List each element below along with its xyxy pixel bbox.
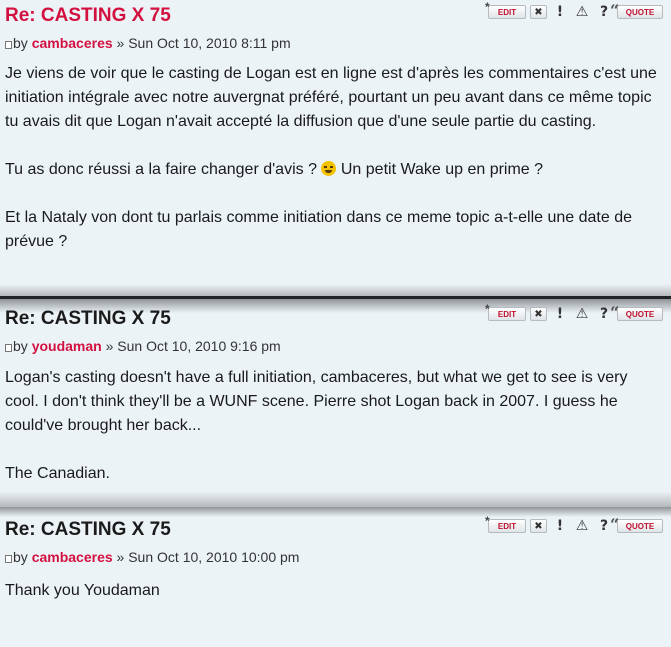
post-title[interactable]: Re: CASTING X 75: [5, 519, 171, 541]
post-date: Sun Oct 10, 2010 8:11 pm: [128, 35, 291, 51]
post-meta: by cambaceres » Sun Oct 10, 2010 8:11 pm: [5, 35, 291, 51]
post-paragraph: Thank you Youdaman: [5, 582, 160, 599]
post-meta: by youdaman » Sun Oct 10, 2010 9:16 pm: [5, 338, 281, 354]
delete-icon[interactable]: ✖: [530, 307, 547, 321]
divider: [0, 284, 671, 296]
quote-icon: “: [610, 515, 620, 534]
post-body: Logan's casting doesn't have a full init…: [5, 366, 665, 486]
post-date: Sun Oct 10, 2010 10:00 pm: [128, 549, 300, 565]
quote-icon: “: [610, 303, 620, 322]
post-icon[interactable]: [5, 41, 12, 49]
post-paragraph: Logan's casting doesn't have a full init…: [5, 369, 628, 434]
devil-smiley-icon: [321, 161, 337, 176]
edit-button[interactable]: EDIT: [485, 514, 526, 533]
warning-icon[interactable]: ⚠: [573, 306, 591, 322]
delete-icon[interactable]: ✖: [530, 519, 547, 533]
report-icon[interactable]: !: [551, 306, 569, 322]
post-tools: EDIT ✖ ! ⚠ ? “QUOTE: [485, 0, 663, 20]
warning-icon[interactable]: ⚠: [573, 518, 591, 534]
quote-button[interactable]: “QUOTE: [610, 303, 663, 322]
quote-button[interactable]: “QUOTE: [610, 1, 663, 20]
quote-icon: “: [610, 1, 620, 20]
post-paragraph: Je viens de voir que le casting de Logan…: [5, 65, 657, 130]
warning-icon[interactable]: ⚠: [573, 4, 591, 20]
post-body: Thank you Youdaman: [5, 579, 665, 603]
post-paragraph: The Canadian.: [5, 465, 110, 482]
quote-button[interactable]: “QUOTE: [610, 515, 663, 534]
post-3: Re: CASTING X 75 EDIT ✖ ! ⚠ ? “QUOTE by …: [0, 507, 671, 647]
post-date: Sun Oct 10, 2010 9:16 pm: [117, 338, 281, 354]
post-meta: by cambaceres » Sun Oct 10, 2010 10:00 p…: [5, 549, 299, 565]
post-tools: EDIT ✖ ! ⚠ ? “QUOTE: [485, 302, 663, 322]
post-2: Re: CASTING X 75 EDIT ✖ ! ⚠ ? “QUOTE by …: [0, 299, 671, 507]
post-icon[interactable]: [5, 344, 12, 352]
post-title[interactable]: Re: CASTING X 75: [5, 308, 171, 330]
delete-icon[interactable]: ✖: [530, 5, 547, 19]
post-icon[interactable]: [5, 555, 12, 563]
edit-button[interactable]: EDIT: [485, 0, 526, 19]
report-icon[interactable]: !: [551, 4, 569, 20]
post-author[interactable]: cambaceres: [32, 549, 113, 565]
edit-button[interactable]: EDIT: [485, 302, 526, 321]
post-tools: EDIT ✖ ! ⚠ ? “QUOTE: [485, 514, 663, 534]
report-icon[interactable]: !: [551, 518, 569, 534]
divider: [0, 491, 671, 507]
post-title[interactable]: Re: CASTING X 75: [5, 5, 171, 27]
post-paragraph: Et la Nataly von dont tu parlais comme i…: [5, 209, 632, 250]
post-1: Re: CASTING X 75 EDIT ✖ ! ⚠ ? “QUOTE by …: [0, 0, 671, 296]
post-author[interactable]: youdaman: [32, 338, 102, 354]
post-author[interactable]: cambaceres: [32, 35, 113, 51]
post-paragraph: Tu as donc réussi a la faire changer d'a…: [5, 161, 544, 178]
post-body: Je viens de voir que le casting de Logan…: [5, 62, 665, 254]
divider: [0, 507, 671, 517]
